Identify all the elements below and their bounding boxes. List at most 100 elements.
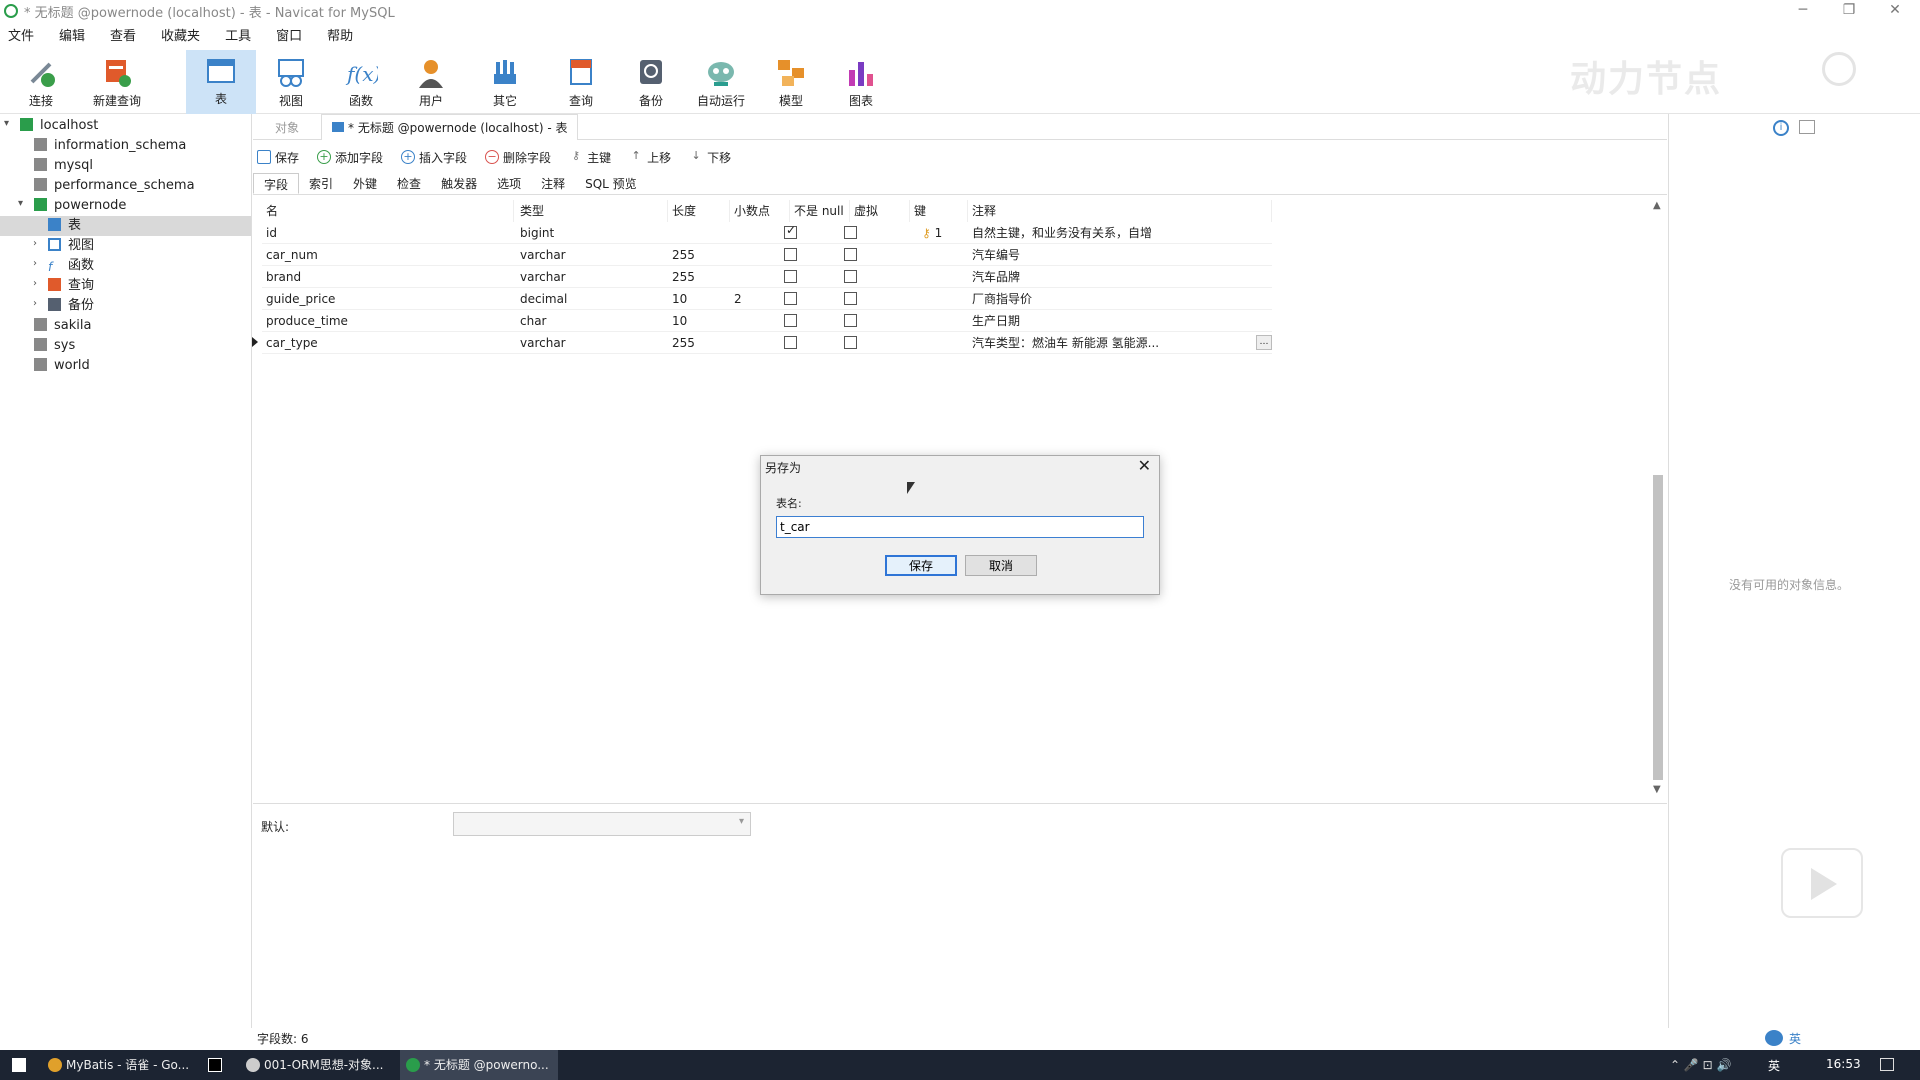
column-header-type[interactable]: 类型: [516, 200, 668, 222]
menu-help[interactable]: 帮助: [319, 25, 361, 44]
cell-comment[interactable]: 自然主键，和业务没有关系，自增: [972, 222, 1152, 244]
close-window-button[interactable]: ✕: [1872, 0, 1918, 22]
not-null-checkbox[interactable]: [784, 292, 797, 305]
column-header-virtual[interactable]: 虚拟: [850, 200, 910, 222]
clock[interactable]: 16:53: [1826, 1057, 1861, 1071]
cell-type[interactable]: varchar: [520, 266, 566, 288]
ime-toolbar[interactable]: 英: [1765, 1029, 1920, 1047]
menu-window[interactable]: 窗口: [268, 25, 310, 44]
virtual-checkbox[interactable]: [844, 226, 857, 239]
tree-db-sakila[interactable]: sakila: [34, 316, 91, 336]
scroll-up-icon[interactable]: ▲: [1653, 200, 1661, 211]
virtual-checkbox[interactable]: [844, 292, 857, 305]
tree-node-queries[interactable]: 查询: [48, 276, 94, 296]
toolbar-backup-button[interactable]: 备份: [618, 52, 684, 112]
tab-comment[interactable]: 注释: [531, 173, 575, 194]
edit-comment-button[interactable]: …: [1256, 335, 1272, 350]
table-row[interactable]: car_num varchar 255 汽车编号: [262, 244, 1272, 266]
toolbar-model-button[interactable]: 模型: [758, 52, 824, 112]
collapse-icon[interactable]: ▾: [4, 118, 9, 129]
menu-tools[interactable]: 工具: [217, 25, 259, 44]
tree-db-performance-schema[interactable]: performance_schema: [34, 176, 195, 196]
play-video-button[interactable]: [1781, 848, 1863, 918]
not-null-checkbox[interactable]: [784, 314, 797, 327]
taskbar-item-video[interactable]: 001-ORM思想-对象...: [240, 1050, 390, 1080]
toolbar-new-query-button[interactable]: 新建查询: [84, 52, 150, 112]
dialog-save-button[interactable]: 保存: [885, 555, 957, 576]
move-down-button[interactable]: ↓ 下移: [689, 149, 731, 166]
column-header-name[interactable]: 名: [262, 200, 514, 222]
menu-edit[interactable]: 编辑: [51, 25, 93, 44]
cell-type[interactable]: varchar: [520, 244, 566, 266]
virtual-checkbox[interactable]: [844, 248, 857, 261]
cell-name[interactable]: guide_price: [266, 288, 335, 310]
menu-view[interactable]: 查看: [102, 25, 144, 44]
virtual-checkbox[interactable]: [844, 270, 857, 283]
cell-comment[interactable]: 汽车类型：燃油车 新能源 氢能源...: [972, 332, 1159, 354]
cell-length[interactable]: 10: [672, 288, 687, 310]
delete-field-button[interactable]: − 删除字段: [485, 149, 551, 166]
ddl-icon[interactable]: [1799, 120, 1815, 134]
grid-scrollbar[interactable]: ▲ ▼: [1650, 200, 1666, 800]
save-button[interactable]: 保存: [257, 149, 299, 166]
tree-node-backups[interactable]: 备份: [48, 296, 94, 316]
tab-checks[interactable]: 检查: [387, 173, 431, 194]
toolbar-view-button[interactable]: 视图: [258, 52, 324, 112]
cell-comment[interactable]: 厂商指导价: [972, 288, 1032, 310]
collapse-icon[interactable]: ▾: [18, 198, 23, 209]
expand-icon[interactable]: ›: [33, 238, 37, 249]
table-row[interactable]: id bigint 自然主键，和业务没有关系，自增 ⚷ 1: [262, 222, 1272, 244]
not-null-checkbox[interactable]: [784, 270, 797, 283]
move-up-button[interactable]: ↑ 上移: [629, 149, 671, 166]
virtual-checkbox[interactable]: [844, 314, 857, 327]
scroll-down-icon[interactable]: ▼: [1653, 784, 1661, 795]
tab-table-designer[interactable]: * 无标题 @powernode (localhost) - 表: [321, 114, 579, 140]
table-row[interactable]: guide_price decimal 10 2 厂商指导价: [262, 288, 1272, 310]
cell-length[interactable]: 255: [672, 266, 695, 288]
dialog-close-icon[interactable]: ✕: [1138, 456, 1151, 475]
windows-start-icon[interactable]: [12, 1058, 26, 1072]
restore-button[interactable]: ❐: [1826, 0, 1872, 22]
cell-name[interactable]: produce_time: [266, 310, 348, 332]
cell-type[interactable]: char: [520, 310, 547, 332]
toolbar-function-button[interactable]: f(x) 函数: [328, 52, 394, 112]
tree-db-world[interactable]: world: [34, 356, 90, 376]
cell-name[interactable]: id: [266, 222, 277, 244]
tray-icons[interactable]: ⌃ 🎤 ⊡ 🔊: [1670, 1058, 1731, 1072]
intellij-icon[interactable]: [208, 1058, 222, 1072]
expand-icon[interactable]: ›: [33, 258, 37, 269]
tree-node-tables[interactable]: 表: [0, 216, 251, 236]
table-row[interactable]: produce_time char 10 生产日期: [262, 310, 1272, 332]
cell-comment[interactable]: 汽车品牌: [972, 266, 1020, 288]
tab-triggers[interactable]: 触发器: [431, 173, 487, 194]
primary-key-button[interactable]: ⚷ 主键: [569, 149, 611, 166]
tab-fields[interactable]: 字段: [253, 173, 300, 194]
info-icon[interactable]: i: [1773, 120, 1789, 136]
tree-db-information-schema[interactable]: information_schema: [34, 136, 186, 156]
tray-language[interactable]: 英: [1768, 1057, 1780, 1074]
scrollbar-thumb[interactable]: [1653, 475, 1663, 780]
default-value-combobox[interactable]: ▾: [453, 812, 751, 836]
tree-connection-localhost[interactable]: localhost: [20, 116, 98, 136]
column-header-length[interactable]: 长度: [668, 200, 730, 222]
cell-type[interactable]: decimal: [520, 288, 567, 310]
cell-comment[interactable]: 汽车编号: [972, 244, 1020, 266]
table-row[interactable]: brand varchar 255 汽车品牌: [262, 266, 1272, 288]
insert-field-button[interactable]: + 插入字段: [401, 149, 467, 166]
cell-name[interactable]: brand: [266, 266, 301, 288]
menu-favorites[interactable]: 收藏夹: [153, 25, 208, 44]
tree-db-powernode[interactable]: powernode: [34, 196, 126, 216]
toolbar-connect-button[interactable]: 连接: [8, 52, 74, 112]
expand-icon[interactable]: ›: [33, 298, 37, 309]
table-row[interactable]: car_type varchar 255 汽车类型：燃油车 新能源 氢能源...…: [252, 332, 1272, 354]
notification-icon[interactable]: [1880, 1058, 1894, 1071]
cell-length[interactable]: 255: [672, 332, 695, 354]
tree-db-sys[interactable]: sys: [34, 336, 75, 356]
cell-name[interactable]: car_num: [266, 244, 318, 266]
tab-objects[interactable]: 对象: [275, 119, 299, 136]
not-null-checkbox[interactable]: [784, 248, 797, 261]
cell-comment[interactable]: 生产日期: [972, 310, 1020, 332]
tree-db-mysql[interactable]: mysql: [34, 156, 93, 176]
tab-foreign-keys[interactable]: 外键: [343, 173, 387, 194]
column-header-comment[interactable]: 注释: [968, 200, 1272, 222]
